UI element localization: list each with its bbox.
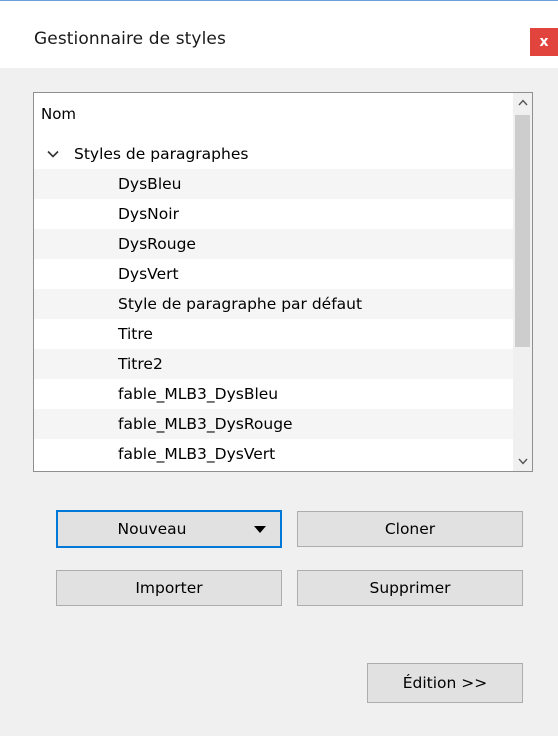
styles-tree[interactable]: Nom Styles de paragraphes DysBleu DysNoi…	[33, 92, 533, 472]
tree-group-label: Styles de paragraphes	[74, 145, 249, 163]
clone-button-label: Cloner	[384, 520, 436, 538]
tree-item[interactable]: DysBleu	[34, 169, 513, 199]
tree-item[interactable]: DysRouge	[34, 229, 513, 259]
close-icon: x	[539, 34, 549, 50]
window-top-border	[0, 0, 558, 1]
tree-item-label: Style de paragraphe par défaut	[118, 295, 363, 313]
chevron-down-icon[interactable]	[46, 139, 60, 169]
tree-vertical-scrollbar[interactable]	[513, 93, 532, 471]
close-button[interactable]: x	[530, 28, 558, 56]
tree-item-label: Titre2	[118, 355, 163, 373]
dropdown-arrow-icon	[254, 526, 266, 533]
tree-column-header: Nom	[41, 105, 77, 123]
tree-item-label: fable_MLB3_DysVert	[118, 445, 276, 463]
style-manager-dialog: Gestionnaire de styles x Nom Styles de p…	[0, 0, 558, 736]
tree-item-label: DysRouge	[118, 235, 196, 253]
import-button-label: Importer	[135, 579, 203, 597]
tree-item-label: DysVert	[118, 265, 179, 283]
delete-style-button[interactable]: Supprimer	[297, 570, 523, 606]
chevron-up-icon	[517, 99, 528, 106]
tree-item[interactable]: DysVert	[34, 259, 513, 289]
scroll-down-arrow[interactable]	[513, 452, 532, 471]
tree-item[interactable]: Titre2	[34, 349, 513, 379]
tree-item-label: Titre	[118, 325, 153, 343]
tree-item-label: fable_MLB3_DysRouge	[118, 415, 293, 433]
scroll-thumb[interactable]	[515, 115, 530, 347]
tree-item-label: DysBleu	[118, 175, 182, 193]
dialog-title: Gestionnaire de styles	[34, 29, 226, 49]
delete-button-label: Supprimer	[369, 579, 451, 597]
tree-item[interactable]: Style de paragraphe par défaut	[34, 289, 513, 319]
tree-item-label: fable_MLB3_DysBleu	[118, 385, 279, 403]
tree-item[interactable]: Titre	[34, 319, 513, 349]
chevron-down-icon	[517, 458, 528, 465]
tree-group-paragraph-styles[interactable]: Styles de paragraphes	[34, 139, 513, 169]
edit-button-label: Édition >>	[402, 674, 488, 692]
new-button-label: Nouveau	[117, 520, 187, 538]
import-style-button[interactable]: Importer	[56, 570, 282, 606]
edit-style-button[interactable]: Édition >>	[367, 663, 523, 703]
tree-item[interactable]: fable_MLB3_DysVert	[34, 439, 513, 469]
new-style-button[interactable]: Nouveau	[56, 510, 282, 548]
tree-item[interactable]: DysNoir	[34, 199, 513, 229]
tree-content: Nom Styles de paragraphes DysBleu DysNoi…	[34, 93, 513, 471]
clone-style-button[interactable]: Cloner	[297, 511, 523, 547]
tree-item[interactable]: fable_MLB3_DysRouge	[34, 409, 513, 439]
tree-item-label: DysNoir	[118, 205, 179, 223]
scroll-up-arrow[interactable]	[513, 93, 532, 112]
tree-item[interactable]: fable_MLB3_DysBleu	[34, 379, 513, 409]
